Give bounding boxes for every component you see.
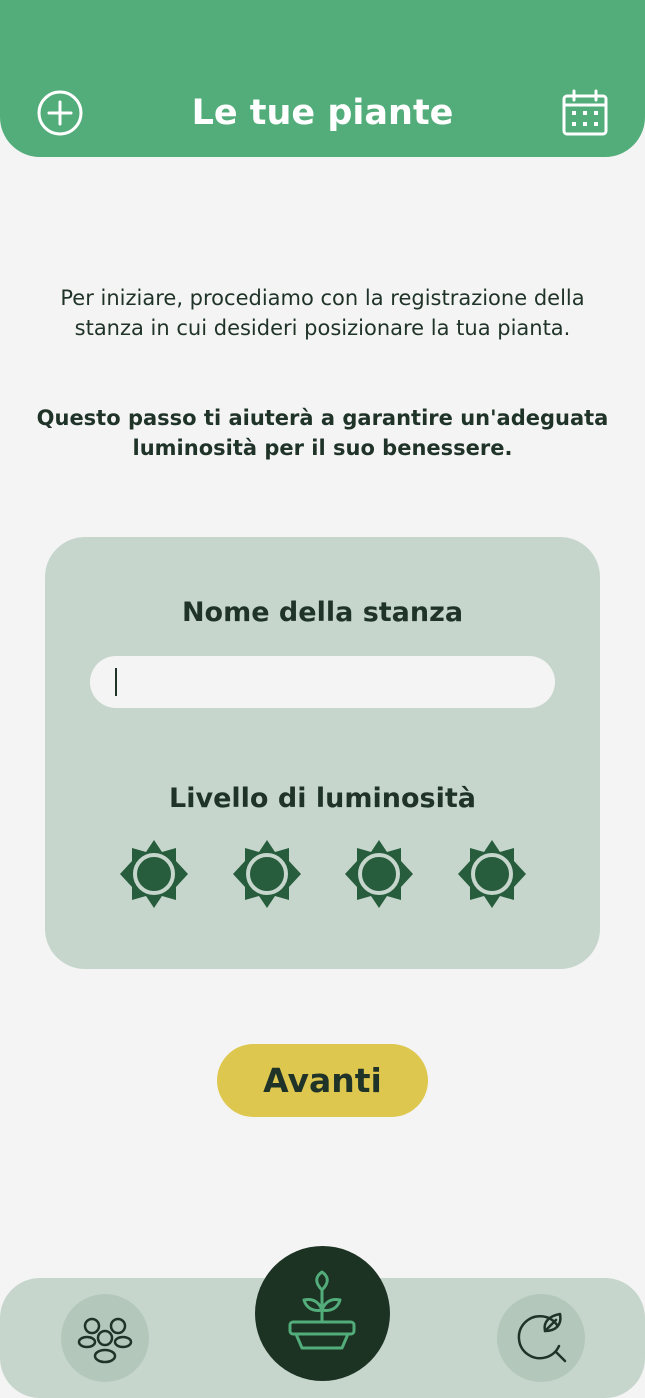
community-icon	[77, 1317, 133, 1364]
room-form-card: Nome della stanza Livello di luminosità	[45, 537, 600, 969]
sun-icon	[233, 840, 301, 908]
brightness-level-2[interactable]	[232, 839, 302, 909]
calendar-icon	[562, 89, 608, 136]
nav-leaf-search-button[interactable]	[497, 1294, 585, 1382]
page-title: Le tue piante	[191, 93, 454, 133]
app-header: Le tue piante	[0, 0, 645, 157]
text-caret	[115, 668, 117, 696]
nav-community-button[interactable]	[61, 1294, 149, 1382]
intro-bold-text: Questo passo ti aiuterà a garantire un'a…	[36, 406, 609, 460]
sun-icon	[120, 840, 188, 908]
brightness-selector	[45, 839, 600, 911]
next-button[interactable]: Avanti	[217, 1044, 428, 1117]
calendar-button[interactable]	[560, 88, 610, 138]
sun-icon	[458, 840, 526, 908]
room-name-input[interactable]	[90, 656, 555, 708]
brightness-level-4[interactable]	[457, 839, 527, 909]
room-name-label: Nome della stanza	[181, 597, 464, 628]
brightness-label: Livello di luminosità	[169, 783, 476, 814]
brightness-level-3[interactable]	[344, 839, 414, 909]
intro-text: Per iniziare, procediamo con la registra…	[60, 286, 585, 340]
plant-pot-icon	[288, 1270, 356, 1350]
nav-plants-button[interactable]	[255, 1246, 390, 1381]
leaf-search-icon	[517, 1312, 567, 1363]
sun-icon	[345, 840, 413, 908]
brightness-level-1[interactable]	[119, 839, 189, 909]
